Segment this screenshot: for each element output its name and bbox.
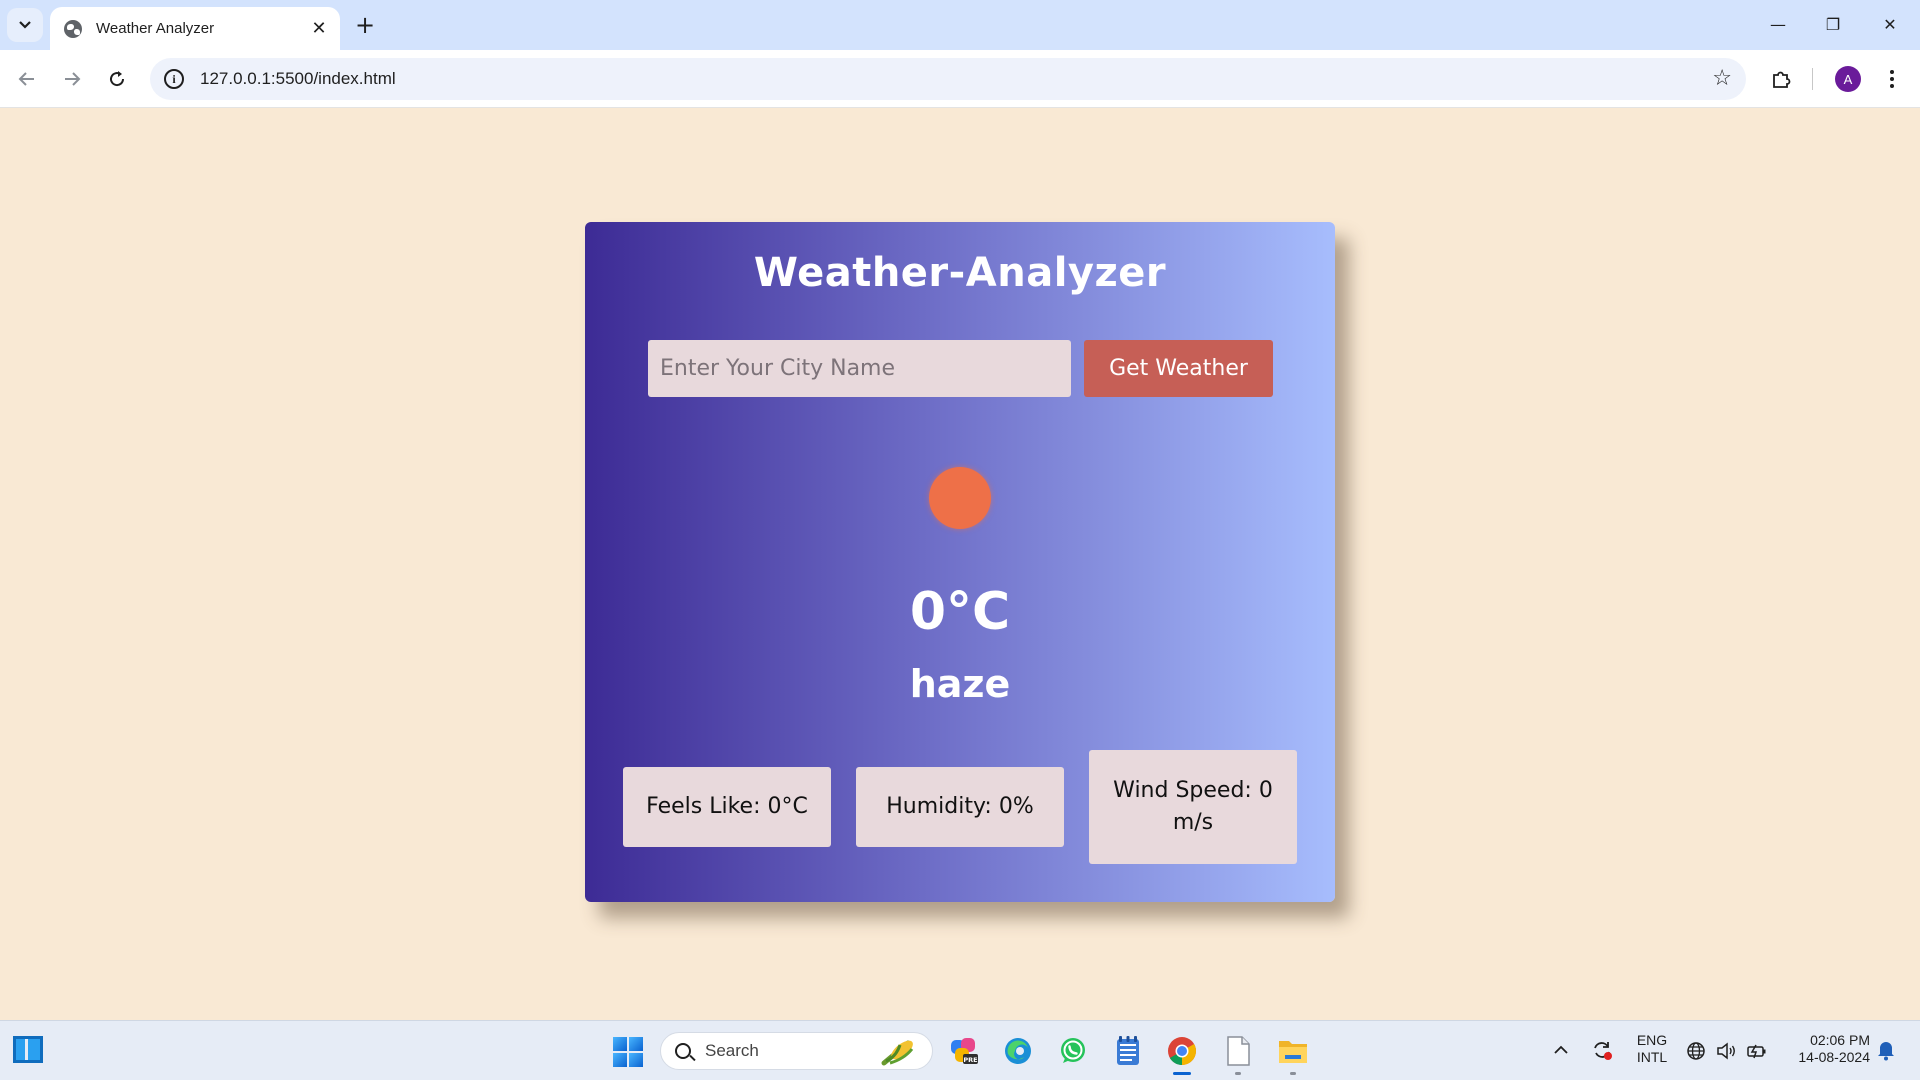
active-app-indicator <box>1173 1072 1191 1075</box>
get-weather-button[interactable]: Get Weather <box>1084 340 1273 397</box>
back-button[interactable] <box>10 62 44 96</box>
tab-title: Weather Analyzer <box>96 20 215 37</box>
toolbar-separator <box>1812 68 1813 90</box>
windows-logo-pane <box>613 1053 627 1067</box>
chevron-down-icon <box>19 21 31 29</box>
file-app[interactable] <box>1220 1033 1256 1075</box>
running-app-indicator <box>1290 1072 1296 1075</box>
temperature: 0°C <box>909 582 1011 642</box>
windows-logo-pane <box>629 1053 643 1067</box>
whatsapp-app[interactable] <box>1055 1033 1091 1069</box>
profile-avatar[interactable]: A <box>1835 66 1861 92</box>
network-globe-icon[interactable] <box>1686 1041 1706 1066</box>
arrow-left-icon <box>18 72 34 86</box>
browser-toolbar: i 127.0.0.1:5500/index.html ☆ <box>0 50 1920 108</box>
restore-button[interactable]: ❐ <box>1813 8 1853 40</box>
svg-text:PRE: PRE <box>963 1056 977 1064</box>
new-tab-button[interactable]: + <box>350 10 380 40</box>
globe-icon <box>64 19 82 38</box>
file-explorer-icon <box>1279 1041 1307 1063</box>
language-code: ENG <box>1636 1032 1668 1048</box>
running-app-indicator <box>1235 1072 1241 1075</box>
url-text[interactable]: 127.0.0.1:5500/index.html <box>200 69 396 89</box>
chevron-up-icon[interactable] <box>1553 1041 1569 1061</box>
battery-charging-icon[interactable] <box>1746 1041 1768 1066</box>
copilot-app[interactable]: PRE <box>946 1033 982 1069</box>
whatsapp-icon <box>1061 1038 1085 1063</box>
windows-logo-pane <box>613 1037 627 1051</box>
weather-card: Weather-Analyzer Get Weather 0°C haze Fe… <box>585 222 1335 902</box>
start-button[interactable] <box>613 1037 643 1067</box>
corn-icon <box>881 1040 914 1066</box>
search-icon <box>675 1043 691 1059</box>
keyboard-layout: INTL <box>1636 1049 1668 1065</box>
taskbar: Search PRE ENG INTL 02:06 PM 14-08-2024 <box>0 1020 1920 1080</box>
address-bar[interactable]: i 127.0.0.1:5500/index.html ☆ <box>150 58 1746 100</box>
widgets-icon[interactable] <box>13 1036 43 1063</box>
reload-icon <box>110 71 125 87</box>
menu-button[interactable] <box>1875 62 1909 96</box>
volume-icon[interactable] <box>1715 1041 1737 1066</box>
sync-icon[interactable] <box>1590 1038 1614 1067</box>
puzzle-icon <box>1773 71 1791 88</box>
city-input[interactable] <box>648 340 1071 397</box>
wind-speed-box: Wind Speed: 0 m/s <box>1089 750 1297 864</box>
taskbar-search-label: Search <box>705 1041 759 1060</box>
close-window-button[interactable]: ✕ <box>1870 8 1910 40</box>
windows-logo-pane <box>629 1037 643 1051</box>
taskbar-search[interactable]: Search <box>660 1032 933 1070</box>
bookmark-star-icon[interactable]: ☆ <box>1712 66 1732 91</box>
site-info-icon[interactable]: i <box>164 69 184 89</box>
weather-description: haze <box>909 662 1011 706</box>
edge-app[interactable] <box>1000 1033 1036 1069</box>
humidity-box: Humidity: 0% <box>856 767 1064 847</box>
sun-icon <box>929 467 991 529</box>
notepad-app[interactable] <box>1110 1033 1146 1069</box>
edge-icon <box>1005 1038 1031 1064</box>
arrow-right-icon <box>65 72 81 86</box>
browser-tabstrip: Weather Analyzer ✕ + — ❐ ✕ <box>0 0 1920 50</box>
more-vertical-icon <box>1890 70 1894 88</box>
tab-search-button[interactable] <box>7 8 43 42</box>
clock[interactable]: 02:06 PM 14-08-2024 <box>1780 1032 1870 1066</box>
app-title: Weather-Analyzer <box>753 250 1167 296</box>
minimize-button[interactable]: — <box>1758 8 1798 40</box>
reload-button[interactable] <box>100 62 134 96</box>
tab-close-icon[interactable]: ✕ <box>308 17 330 39</box>
extensions-button[interactable] <box>1764 62 1798 96</box>
clock-time: 02:06 PM <box>1810 1032 1870 1048</box>
file-icon <box>1227 1036 1250 1066</box>
chrome-icon <box>1168 1037 1196 1065</box>
forward-button[interactable] <box>55 62 89 96</box>
copilot-icon: PRE <box>951 1038 978 1064</box>
file-explorer-app[interactable] <box>1275 1033 1311 1075</box>
notepad-icon <box>1117 1036 1139 1065</box>
notification-bell-icon[interactable] <box>1876 1039 1896 1066</box>
clock-date: 14-08-2024 <box>1798 1049 1870 1065</box>
feels-like-box: Feels Like: 0°C <box>623 767 831 847</box>
browser-tab-active[interactable]: Weather Analyzer ✕ <box>50 7 340 50</box>
chrome-app[interactable] <box>1164 1033 1200 1075</box>
language-indicator[interactable]: ENG INTL <box>1630 1032 1674 1066</box>
